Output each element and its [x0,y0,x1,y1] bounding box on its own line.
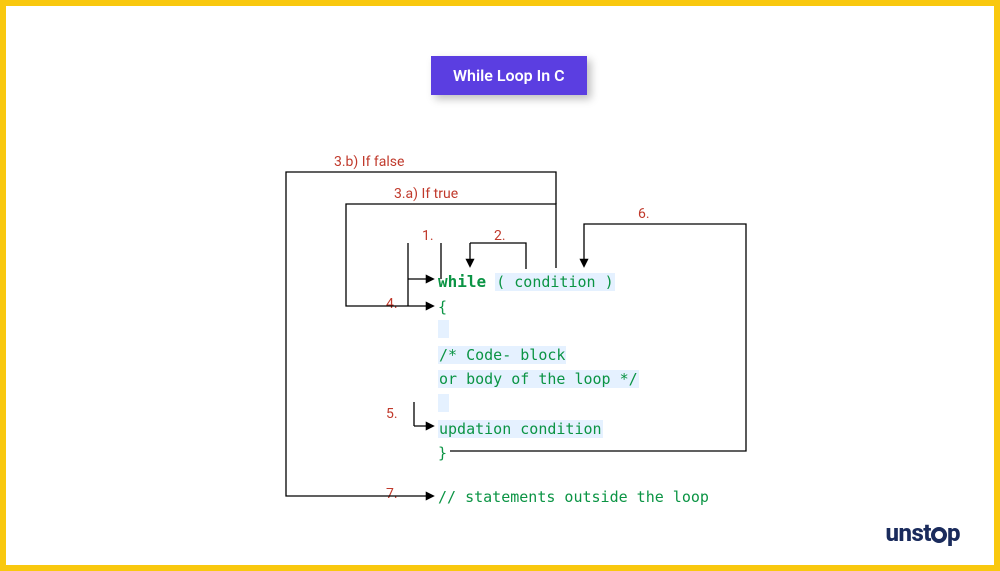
logo-text-pre: unst [885,519,931,547]
brand-logo: unstp [885,519,960,547]
connector-lines [6,6,1000,571]
logo-o-icon [931,527,947,543]
diagram-frame: While Loop In C 1. 2. 3.a) If true 3.b) … [0,0,1000,571]
logo-text-post: p [947,519,960,547]
